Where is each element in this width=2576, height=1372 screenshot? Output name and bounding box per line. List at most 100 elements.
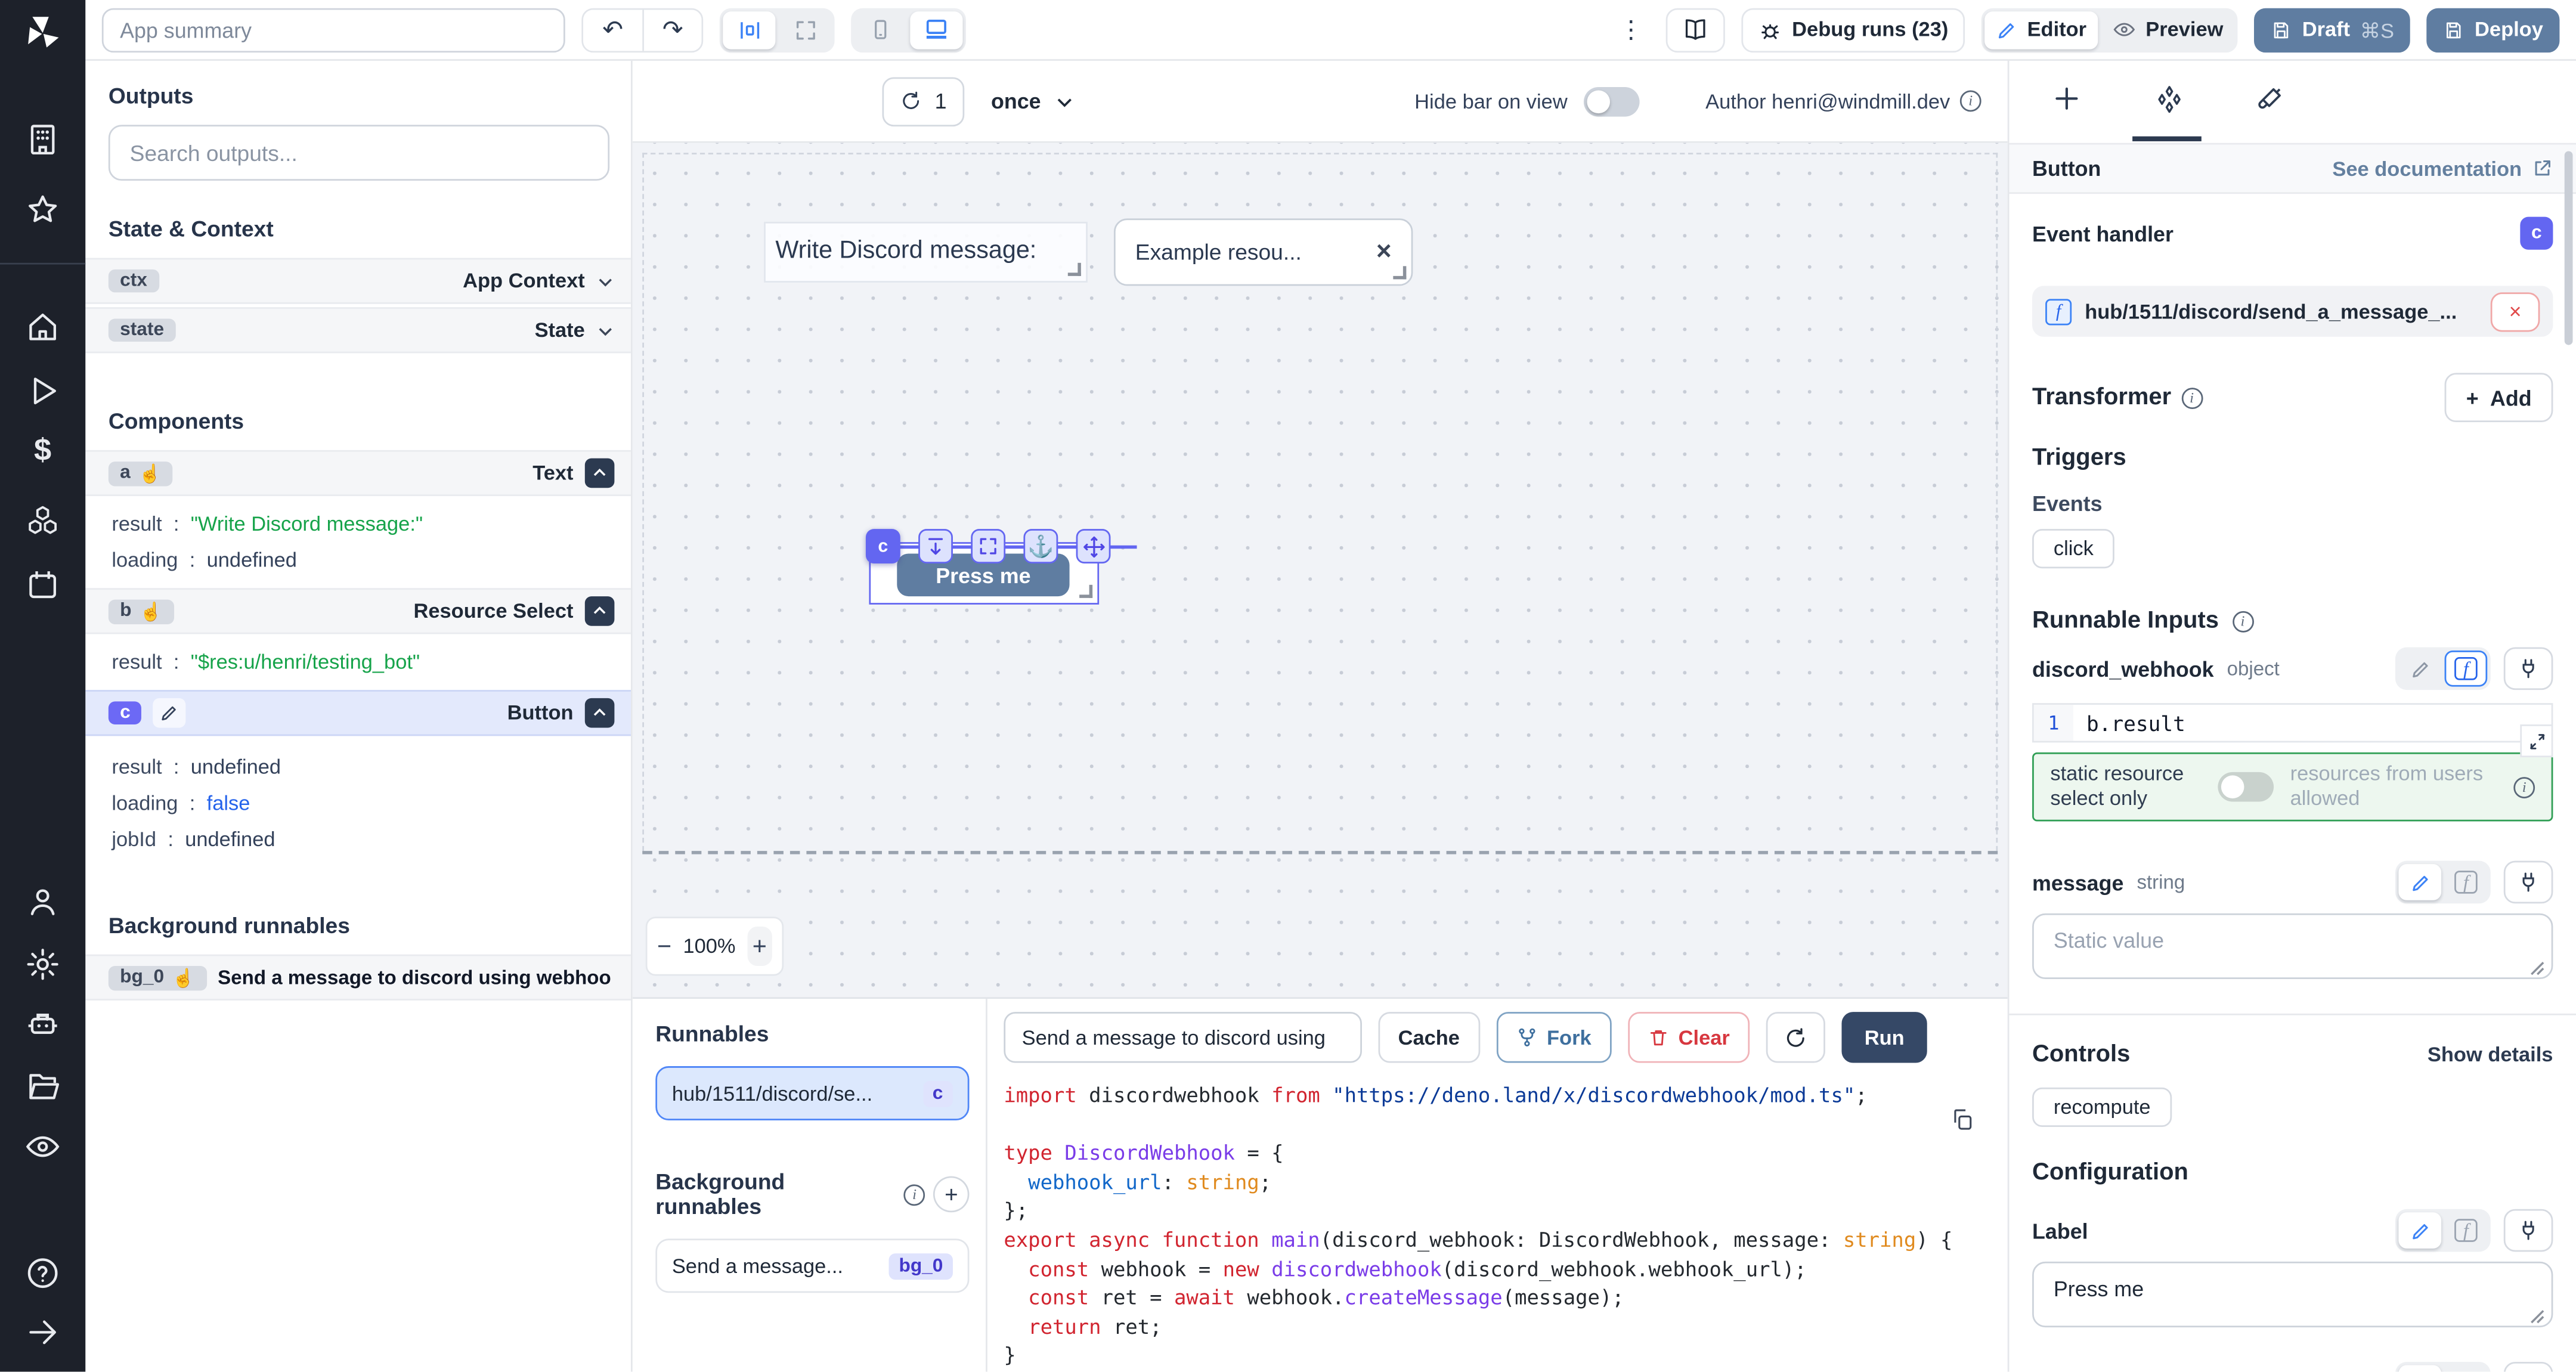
help-icon[interactable] (24, 1255, 61, 1292)
redo-button[interactable]: ↷ (642, 9, 701, 50)
expr-mode-function-button[interactable]: f (2445, 651, 2488, 687)
recompute-chip[interactable]: recompute (2032, 1088, 2172, 1127)
info-icon[interactable]: i (2513, 776, 2535, 798)
expand-component-button[interactable] (971, 529, 1005, 563)
canvas-resource-select-component[interactable]: Example resou... × (1114, 218, 1413, 286)
chevron-up-icon[interactable] (585, 698, 615, 728)
fullwidth-layout-button[interactable] (779, 11, 831, 48)
undo-button[interactable]: ↶ (583, 9, 642, 50)
static-mode-pencil-button[interactable] (2398, 1212, 2441, 1249)
cache-button[interactable]: Cache (1379, 1012, 1480, 1063)
workspace-building-icon[interactable] (24, 122, 61, 158)
refresh-code-button[interactable] (1766, 1012, 1825, 1063)
insert-component-tab[interactable] (2052, 84, 2082, 114)
pencil-icon[interactable] (153, 698, 186, 728)
component-row-b[interactable]: b☝ Resource Select (85, 588, 631, 634)
background-runnable-row[interactable]: bg_0☝ Send a message to discord using we… (85, 955, 631, 1001)
insert-below-button[interactable] (918, 529, 953, 563)
remove-handler-button[interactable]: × (2491, 292, 2540, 331)
more-menu-button[interactable]: ⋮ (1613, 15, 1649, 45)
expr-mode-function-button[interactable]: f (2445, 864, 2488, 900)
show-details-link[interactable]: Show details (2428, 1043, 2553, 1066)
home-icon[interactable] (24, 309, 61, 345)
add-transformer-button[interactable]: +Add (2445, 373, 2553, 422)
static-mode-pencil-button[interactable] (2398, 864, 2441, 900)
runnable-name-input[interactable] (1004, 1012, 1362, 1063)
static-mode-pencil-button[interactable] (2398, 1365, 2441, 1371)
component-settings-tab[interactable] (2154, 84, 2185, 115)
chevron-down-icon[interactable] (596, 272, 614, 290)
info-icon[interactable]: i (904, 1184, 925, 1205)
output-row-ctx[interactable]: ctx App Context (85, 258, 631, 304)
resources-from-users-toggle[interactable] (2218, 772, 2274, 802)
canvas-page-bottom-edge[interactable] (642, 851, 1998, 854)
user-icon[interactable] (24, 884, 61, 920)
component-row-a[interactable]: a☝ Text (85, 450, 631, 496)
folders-icon[interactable] (24, 1068, 61, 1104)
run-mode-dropdown[interactable]: once (991, 89, 1074, 113)
add-background-runnable-button[interactable]: + (933, 1176, 969, 1213)
variables-dollar-icon[interactable]: $ (34, 433, 51, 470)
deploy-button[interactable]: Deploy (2427, 7, 2559, 51)
static-mode-pencil-button[interactable] (2398, 651, 2441, 687)
expr-mode-function-button[interactable]: f (2445, 1212, 2488, 1249)
component-row-c[interactable]: c Button (85, 690, 631, 736)
fork-button[interactable]: Fork (1496, 1012, 1611, 1063)
search-outputs-input[interactable] (109, 125, 609, 181)
clear-button[interactable]: Clear (1627, 1012, 1750, 1063)
expand-editor-icon[interactable] (2520, 724, 2553, 757)
resize-handle[interactable] (1068, 263, 1081, 276)
connect-plug-button[interactable] (2504, 648, 2553, 690)
clear-select-icon[interactable]: × (1376, 237, 1392, 267)
zoom-out-button[interactable]: − (657, 933, 671, 961)
docs-button[interactable] (1665, 7, 1724, 51)
copy-code-icon[interactable] (1950, 1107, 1974, 1132)
settings-gear-icon[interactable] (24, 946, 61, 983)
refresh-count-button[interactable]: 1 (882, 76, 964, 126)
discord-webhook-expression[interactable]: 1 b.result (2032, 703, 2553, 742)
workers-robot-icon[interactable] (24, 1007, 61, 1043)
see-documentation-link[interactable]: See documentation (2332, 157, 2553, 180)
app-summary-input[interactable] (102, 7, 565, 51)
info-icon[interactable]: i (2232, 611, 2253, 632)
desktop-view-button[interactable] (910, 11, 962, 48)
event-click-chip[interactable]: click (2032, 529, 2115, 568)
resources-cubes-icon[interactable] (24, 503, 61, 539)
debug-runs-button[interactable]: Debug runs (23) (1741, 7, 1965, 51)
zoom-in-button[interactable]: + (747, 927, 772, 966)
chevron-up-icon[interactable] (585, 459, 615, 488)
canvas-text-component[interactable]: Write Discord message: (764, 222, 1088, 283)
tab-editor[interactable]: Editor (1984, 11, 2098, 48)
centered-layout-button[interactable] (723, 11, 775, 48)
background-runnable-item[interactable]: Send a message... bg_0 (655, 1238, 969, 1293)
schedules-calendar-icon[interactable] (24, 567, 61, 603)
event-handler-runnable[interactable]: f hub/1511/discord/send_a_message_... × (2032, 286, 2553, 336)
connect-plug-button[interactable] (2504, 1209, 2553, 1252)
connect-plug-button[interactable] (2504, 1362, 2553, 1372)
expr-mode-function-button[interactable]: f (2445, 1365, 2488, 1371)
draft-button[interactable]: Draft ⌘S (2255, 7, 2411, 51)
mobile-view-button[interactable] (854, 11, 907, 48)
connect-plug-button[interactable] (2504, 861, 2553, 904)
info-icon[interactable]: i (2181, 387, 2203, 408)
tab-preview[interactable]: Preview (2101, 11, 2235, 48)
hide-bar-toggle[interactable] (1584, 86, 1640, 116)
favorites-star-icon[interactable] (24, 192, 61, 228)
runnable-item-selected[interactable]: hub/1511/discord/se... c (655, 1066, 969, 1120)
resize-handle[interactable] (1079, 585, 1092, 598)
run-button[interactable]: Run (1841, 1012, 1927, 1063)
chevron-up-icon[interactable] (585, 596, 615, 626)
scrollbar-thumb[interactable] (2565, 151, 2573, 345)
move-component-button[interactable] (1076, 529, 1111, 563)
anchor-button[interactable]: ⚓ (1023, 529, 1058, 563)
code-content[interactable]: import discordwebhook from "https://deno… (1004, 1083, 1987, 1372)
windmill-logo-icon[interactable] (21, 11, 64, 54)
app-canvas[interactable]: Write Discord message: Example resou... … (633, 143, 2008, 998)
chevron-down-icon[interactable] (596, 321, 614, 339)
message-static-value-input[interactable] (2032, 913, 2553, 979)
resize-handle[interactable] (1393, 266, 1406, 279)
runs-play-icon[interactable] (24, 373, 61, 409)
collapse-arrow-icon[interactable] (24, 1314, 61, 1351)
output-row-state[interactable]: state State (85, 307, 631, 353)
theme-brush-tab[interactable] (2256, 84, 2286, 114)
